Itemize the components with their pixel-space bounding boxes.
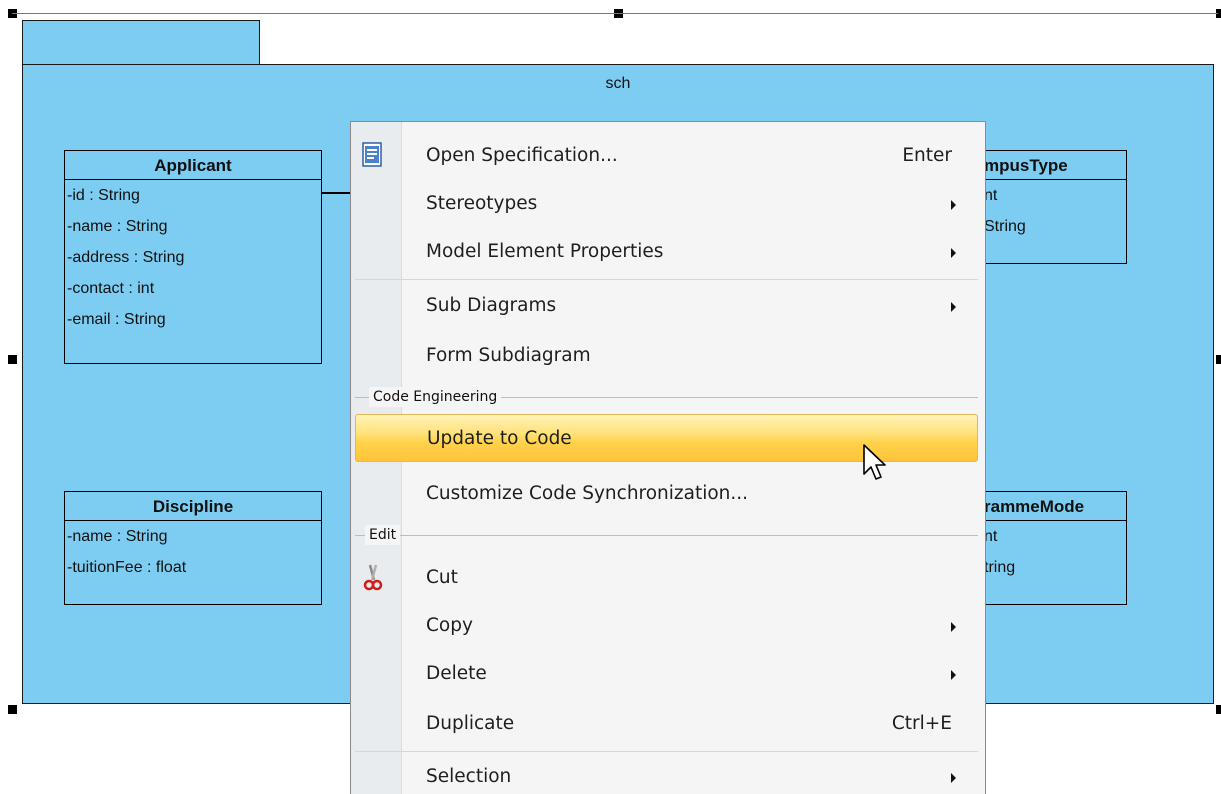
attribute: nt <box>984 187 998 204</box>
menu-item-label: Duplicate <box>426 713 515 734</box>
context-menu: Open Specification... Enter Stereotypes … <box>350 121 986 794</box>
attribute: String <box>984 218 1026 235</box>
menu-separator <box>355 279 978 280</box>
group-label: Code Engineering <box>369 387 502 407</box>
menu-item-copy[interactable]: Copy <box>355 602 978 650</box>
selection-handle-mid-right[interactable] <box>1216 355 1221 364</box>
submenu-arrow-icon <box>951 622 956 632</box>
submenu-arrow-icon <box>951 248 956 258</box>
menu-item-model-element-properties[interactable]: Model Element Properties <box>355 228 978 276</box>
package-name: sch <box>605 75 631 92</box>
selection-handle-bottom-right[interactable] <box>1216 705 1221 714</box>
menu-item-sub-diagrams[interactable]: Sub Diagrams <box>355 282 978 330</box>
submenu-arrow-icon <box>951 302 956 312</box>
menu-item-form-subdiagram[interactable]: Form Subdiagram <box>355 332 978 380</box>
menu-item-label: Open Specification... <box>426 145 618 166</box>
selection-handle-bottom-left[interactable] <box>8 705 17 714</box>
menu-item-duplicate[interactable]: Duplicate Ctrl+E <box>355 700 978 748</box>
submenu-arrow-icon <box>951 200 956 210</box>
attribute: -email : String <box>67 311 166 328</box>
attribute: -name : String <box>67 218 168 235</box>
menu-item-label: Sub Diagrams <box>426 295 557 316</box>
menu-item-label: Update to Code <box>427 428 572 449</box>
attribute: tring <box>984 559 1016 576</box>
class-discipline[interactable]: Discipline -name : String -tuitionFee : … <box>64 491 322 605</box>
selection-outline-top <box>12 13 1218 14</box>
specification-icon <box>361 142 385 168</box>
attribute: -name : String <box>67 528 168 545</box>
menu-item-label: Copy <box>426 615 473 636</box>
attribute: -id : String <box>67 187 140 204</box>
class-attributes: -name : String -tuitionFee : float <box>65 521 321 583</box>
menu-item-label: Customize Code Synchronization... <box>426 483 749 504</box>
menu-item-label: Form Subdiagram <box>426 345 591 366</box>
menu-item-selection[interactable]: Selection <box>355 753 978 794</box>
menu-item-delete[interactable]: Delete <box>355 650 978 698</box>
submenu-arrow-icon <box>951 773 956 783</box>
mouse-cursor-icon <box>862 444 888 491</box>
attribute: -contact : int <box>67 280 155 297</box>
menu-item-label: Stereotypes <box>426 193 538 214</box>
menu-item-cut[interactable]: Cut <box>355 554 978 602</box>
menu-item-label: Model Element Properties <box>426 241 664 262</box>
menu-item-stereotypes[interactable]: Stereotypes <box>355 180 978 228</box>
group-divider <box>355 535 978 536</box>
package-tab[interactable] <box>22 20 260 65</box>
attribute: nt <box>984 528 998 545</box>
class-name: Applicant <box>65 151 321 180</box>
attribute: -address : String <box>67 249 185 266</box>
submenu-arrow-icon <box>951 670 956 680</box>
menu-item-open-specification[interactable]: Open Specification... Enter <box>355 132 978 180</box>
menu-item-label: Selection <box>426 766 512 787</box>
menu-item-label: Delete <box>426 663 487 684</box>
association-line <box>322 192 352 194</box>
class-name: Discipline <box>65 492 321 521</box>
class-attributes: -id : String -name : String -address : S… <box>65 180 321 335</box>
attribute: -tuitionFee : float <box>67 559 187 576</box>
menu-separator <box>355 751 978 752</box>
menu-item-label: Cut <box>426 567 458 588</box>
class-applicant[interactable]: Applicant -id : String -name : String -a… <box>64 150 322 364</box>
menu-group-edit: Edit <box>355 525 978 545</box>
scissors-icon <box>361 564 385 591</box>
menu-group-code-engineering: Code Engineering <box>355 387 978 407</box>
menu-item-shortcut: Ctrl+E <box>891 713 952 734</box>
menu-item-shortcut: Enter <box>902 145 952 166</box>
group-label: Edit <box>365 525 401 545</box>
selection-handle-mid-left[interactable] <box>8 355 17 364</box>
